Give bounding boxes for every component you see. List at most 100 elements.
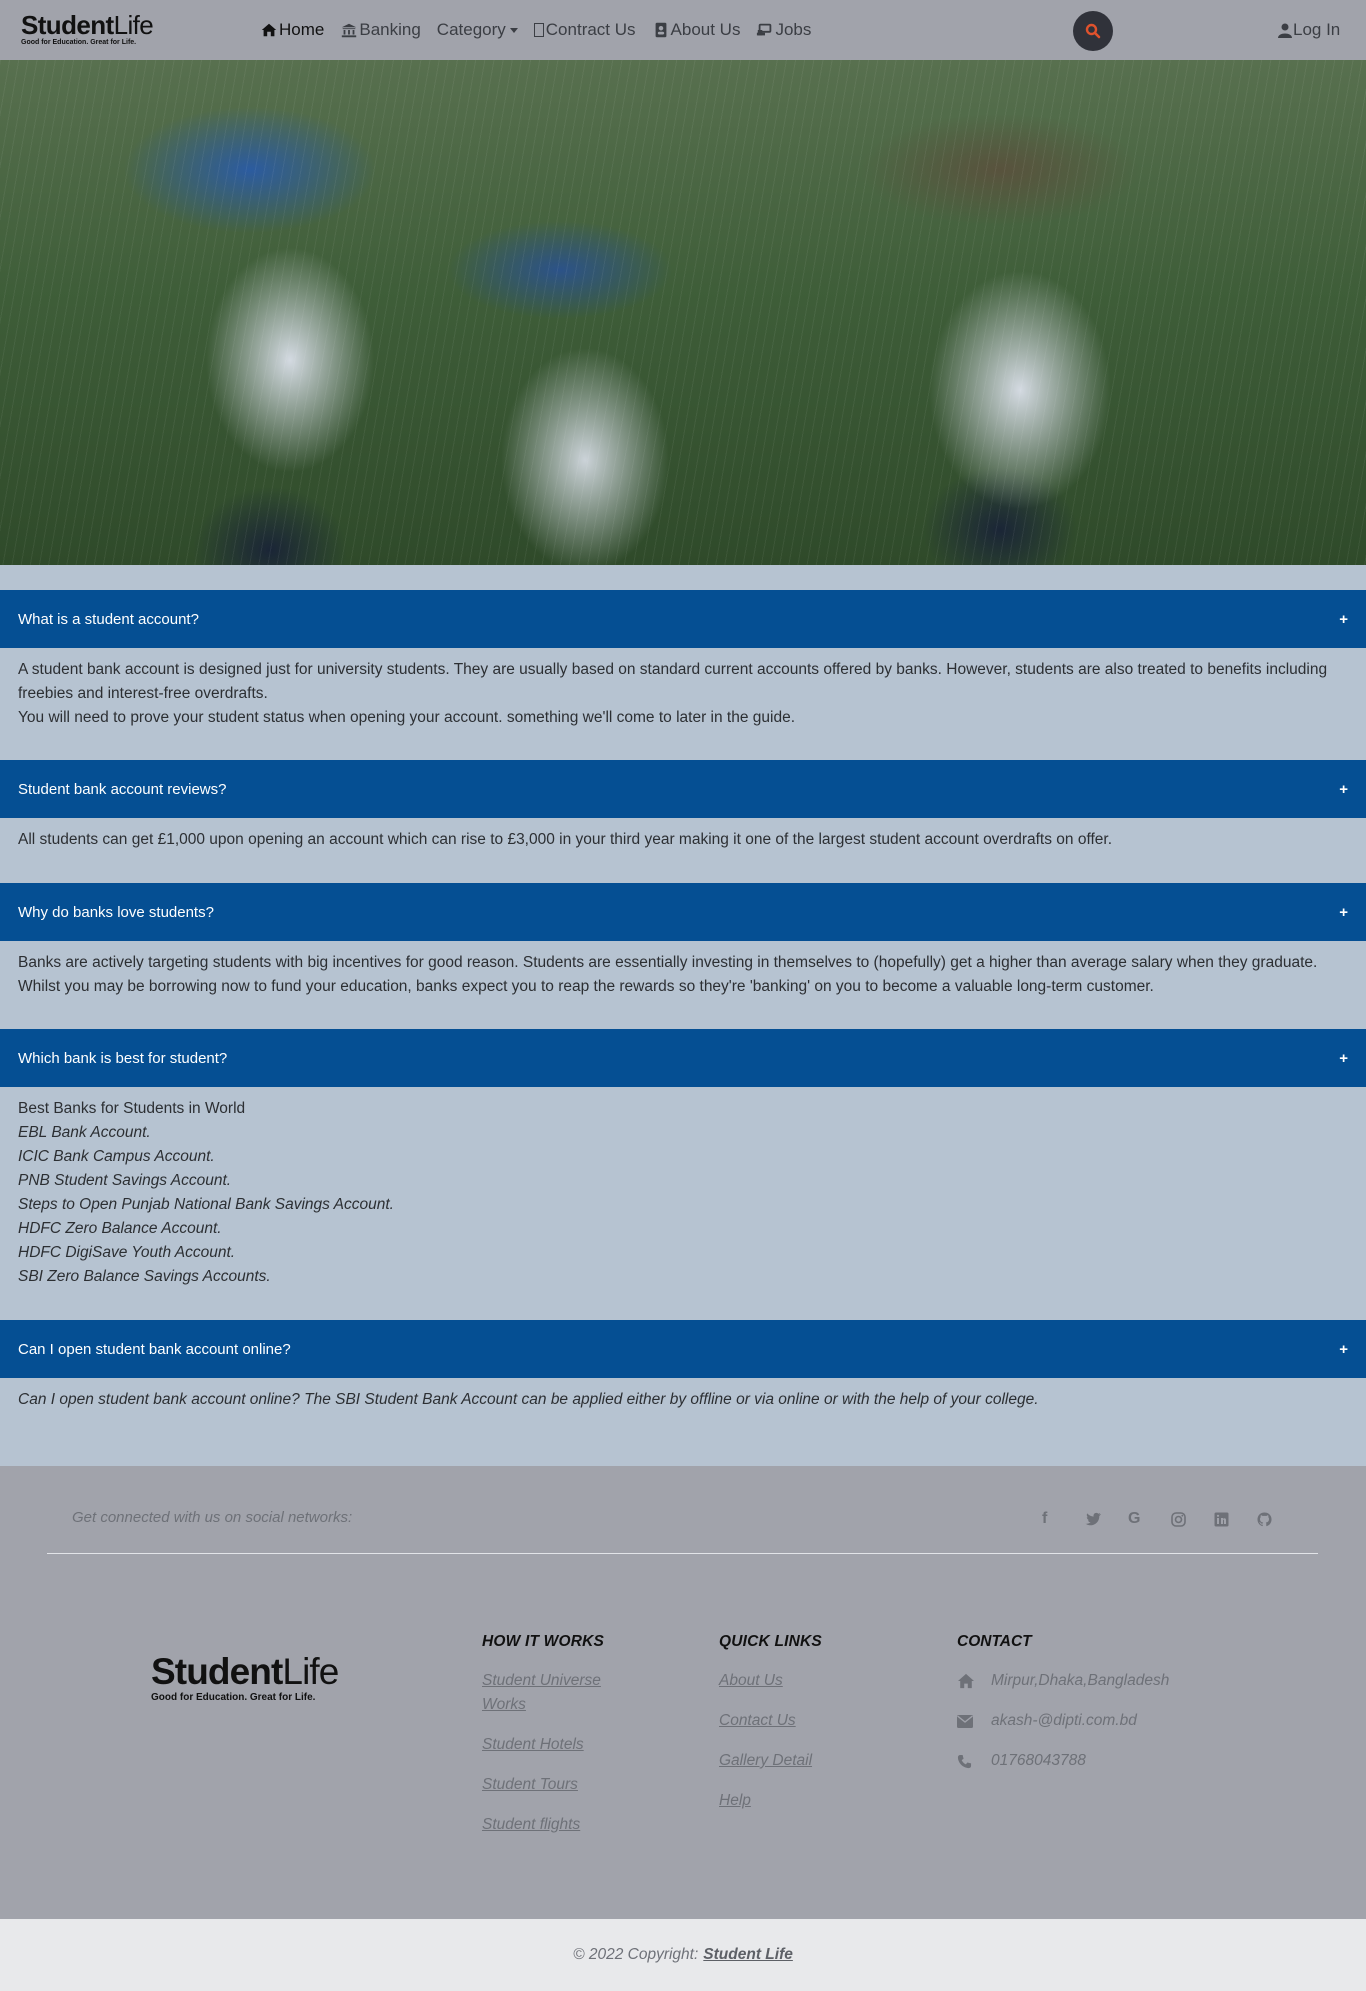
- bank-list-item: SBI Zero Balance Savings Accounts.: [18, 1268, 271, 1285]
- contact-address-text: Mirpur,Dhaka,Bangladesh: [991, 1672, 1170, 1689]
- contact-phone-text[interactable]: 01768043788: [991, 1752, 1086, 1770]
- brand-tagline: Good for Education. Great for Life.: [21, 39, 137, 46]
- bank-list-item: EBL Bank Account.: [18, 1124, 151, 1141]
- nav-banking[interactable]: Banking: [340, 20, 421, 40]
- faq-question-button[interactable]: Can I open student bank account online? …: [0, 1320, 1366, 1378]
- id-card-icon: [655, 22, 666, 38]
- linkedin-icon[interactable]: [1214, 1509, 1257, 1529]
- footer-link[interactable]: About Us: [719, 1669, 879, 1693]
- column-title: CONTACT: [957, 1633, 1032, 1650]
- login-link[interactable]: Log In: [1277, 0, 1340, 60]
- copyright-link[interactable]: Student Life: [703, 1946, 793, 1964]
- faq-question: Student bank account reviews?: [18, 780, 227, 798]
- nav-contact-label: Contract Us: [545, 20, 636, 39]
- contact-icon: [533, 23, 544, 37]
- contact-phone: 01768043788: [957, 1749, 1169, 1773]
- footer-link[interactable]: Student flights: [482, 1813, 642, 1837]
- facebook-icon[interactable]: f: [1042, 1509, 1085, 1529]
- google-icon[interactable]: G: [1128, 1509, 1171, 1529]
- plus-icon: +: [1339, 610, 1348, 628]
- brand-bold: Student: [151, 1651, 283, 1692]
- nav-home-label: Home: [279, 20, 325, 39]
- footer-link[interactable]: Help: [719, 1789, 879, 1813]
- faq-answer-intro: Best Banks for Students in World: [18, 1100, 246, 1117]
- contact-email-text[interactable]: akash-@dipti.com.bd: [991, 1712, 1137, 1730]
- faq-answer-text: All students can get £1,000 upon opening…: [18, 831, 1113, 848]
- nav-category-label: Category: [436, 20, 506, 39]
- home-icon: [261, 23, 277, 37]
- nav-category-dropdown[interactable]: Category: [437, 20, 518, 40]
- social-row: Get connected with us on social networks…: [72, 1509, 1272, 1529]
- faq-answer-text: A student bank account is designed just …: [18, 661, 1328, 702]
- footer-link[interactable]: Student Hotels: [482, 1733, 642, 1757]
- bank-list-item: HDFC Zero Balance Account.: [18, 1220, 222, 1237]
- search-icon: [1085, 23, 1101, 39]
- plus-icon: +: [1339, 903, 1348, 921]
- faq-answer: All students can get £1,000 upon opening…: [0, 818, 1366, 852]
- footer: Get connected with us on social networks…: [0, 1466, 1366, 1919]
- plus-icon: +: [1339, 1049, 1348, 1067]
- copyright-text: © 2022 Copyright:: [573, 1946, 699, 1963]
- faq-item: Which bank is best for student? + Best B…: [0, 1029, 1366, 1289]
- faq-item: Why do banks love students? + Banks are …: [0, 883, 1366, 999]
- contact-column: CONTACT Mirpur,Dhaka,Bangladesh akash-@d…: [957, 1633, 1169, 1789]
- nav-about[interactable]: About Us: [652, 20, 740, 40]
- footer-divider: [47, 1553, 1318, 1554]
- faq-answer-text: You will need to prove your student stat…: [18, 709, 795, 726]
- nav-home[interactable]: Home: [260, 20, 324, 40]
- brand-logo[interactable]: StudentLife Good for Education. Great fo…: [21, 12, 171, 48]
- faq-item: What is a student account? + A student b…: [0, 590, 1366, 730]
- brand-light: Life: [282, 1651, 339, 1692]
- faq-answer: Banks are actively targeting students wi…: [0, 941, 1366, 999]
- instagram-icon[interactable]: [1171, 1509, 1214, 1529]
- footer-link[interactable]: Student Universe Works: [482, 1669, 642, 1717]
- footer-link[interactable]: Gallery Detail: [719, 1749, 879, 1773]
- nav-jobs[interactable]: Jobs: [756, 20, 811, 40]
- faq-answer: Can I open student bank account online? …: [0, 1378, 1366, 1412]
- faq-question-button[interactable]: Student bank account reviews? +: [0, 760, 1366, 818]
- copyright-bar: © 2022 Copyright: Student Life: [0, 1919, 1366, 1991]
- faq-item: Student bank account reviews? + All stud…: [0, 760, 1366, 852]
- footer-logo[interactable]: StudentLife Good for Education. Great fo…: [151, 1651, 339, 1703]
- footer-link[interactable]: Student Tours: [482, 1773, 642, 1797]
- search-button[interactable]: [1073, 11, 1113, 51]
- faq-question: Why do banks love students?: [18, 903, 214, 921]
- column-title: HOW IT WORKS: [482, 1633, 605, 1650]
- footer-link[interactable]: Contact Us: [719, 1709, 879, 1733]
- home-icon: [957, 1673, 991, 1689]
- nav-links: Home Banking Category Contract Us About …: [260, 0, 827, 60]
- contact-address: Mirpur,Dhaka,Bangladesh: [957, 1669, 1169, 1693]
- quick-links-column: QUICK LINKS About Us Contact Us Gallery …: [719, 1633, 879, 1829]
- nav-banking-label: Banking: [359, 20, 421, 39]
- plus-icon: +: [1339, 1340, 1348, 1358]
- social-icons: f G: [1042, 1509, 1300, 1529]
- faq-item: Can I open student bank account online? …: [0, 1320, 1366, 1412]
- contact-email: akash-@dipti.com.bd: [957, 1709, 1169, 1733]
- faq-question-button[interactable]: Why do banks love students? +: [0, 883, 1366, 941]
- envelope-icon: [957, 1714, 991, 1728]
- plus-icon: +: [1339, 780, 1348, 798]
- chevron-down-icon: [509, 27, 518, 33]
- faq-answer: A student bank account is designed just …: [0, 648, 1366, 730]
- github-icon[interactable]: [1257, 1509, 1300, 1529]
- nav-contact[interactable]: Contract Us: [533, 20, 636, 40]
- hero-rain-overlay: [0, 60, 1366, 565]
- bank-list-item: Steps to Open Punjab National Bank Savin…: [18, 1196, 394, 1213]
- twitter-icon[interactable]: [1085, 1509, 1128, 1529]
- social-text: Get connected with us on social networks…: [72, 1509, 353, 1526]
- bank-list-item: HDFC DigiSave Youth Account.: [18, 1244, 236, 1261]
- faq-question: Which bank is best for student?: [18, 1049, 228, 1067]
- column-title: QUICK LINKS: [719, 1633, 822, 1650]
- laptop-icon: [757, 23, 772, 36]
- bank-icon: [342, 23, 357, 38]
- faq-question-button[interactable]: Which bank is best for student? +: [0, 1029, 1366, 1087]
- brand-tagline: Good for Education. Great for Life.: [151, 1692, 316, 1703]
- bank-list-item: ICIC Bank Campus Account.: [18, 1148, 215, 1165]
- login-label: Log In: [1293, 20, 1341, 39]
- faq-question: What is a student account?: [18, 610, 199, 628]
- faq-question-button[interactable]: What is a student account? +: [0, 590, 1366, 648]
- hero-image: [0, 60, 1366, 565]
- faq-answer-text: Can I open student bank account online? …: [18, 1391, 1039, 1408]
- faq-question: Can I open student bank account online?: [18, 1340, 291, 1358]
- user-icon: [1278, 23, 1292, 38]
